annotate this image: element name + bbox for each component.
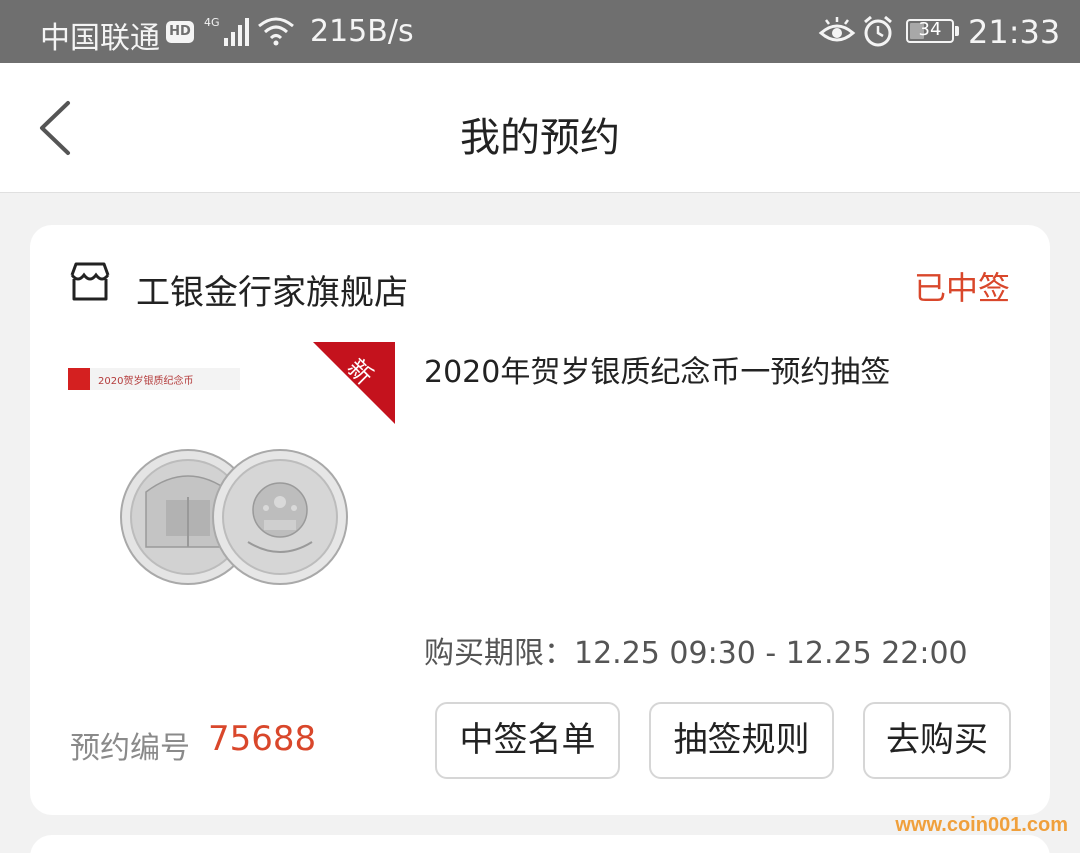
alarm-icon bbox=[864, 15, 892, 47]
purchase-period: 购买期限：12.25 09:30 - 12.25 22:00 bbox=[424, 628, 968, 672]
eye-comfort-icon bbox=[818, 17, 856, 42]
store-icon bbox=[70, 262, 110, 301]
clock: 21:33 bbox=[968, 13, 1061, 51]
lottery-rules-button[interactable]: 抽签规则 bbox=[649, 702, 834, 779]
battery-level: 34 bbox=[918, 19, 942, 40]
reservation-number-label: 预约编号 bbox=[70, 731, 190, 766]
next-reservation-card bbox=[30, 835, 1050, 853]
battery-icon: 34 bbox=[906, 19, 954, 43]
page-title: 我的预约 bbox=[460, 115, 620, 161]
hd-badge: HD bbox=[166, 21, 194, 43]
status-bar: 中国联通 HD 4G 215B/s 34 21:33 bbox=[0, 0, 1080, 63]
product-image[interactable]: 2020贺岁银质纪念币 新 bbox=[68, 342, 395, 627]
reservation-card: 工银金行家旗舰店 已中签 2020贺岁银质纪念币 新 2020年贺岁银质纪念币一… bbox=[30, 225, 1050, 815]
signal-icon: 4G bbox=[204, 16, 249, 46]
network-type-label: 4G bbox=[204, 16, 220, 29]
banner-text: 2020贺岁银质纪念币 bbox=[98, 374, 193, 387]
nav-bar: 我的预约 bbox=[0, 63, 1080, 193]
product-title[interactable]: 2020年贺岁银质纪念币一预约抽签 bbox=[424, 347, 890, 391]
store-name[interactable]: 工银金行家旗舰店 bbox=[136, 265, 408, 314]
coin-illustration: 2020贺岁银质纪念币 新 bbox=[68, 342, 395, 627]
net-speed: 215B/s bbox=[310, 14, 414, 49]
purchase-period-value: 12.25 09:30 - 12.25 22:00 bbox=[574, 636, 968, 671]
carrier-name: 中国联通 bbox=[40, 21, 160, 56]
wifi-icon bbox=[258, 17, 294, 46]
purchase-period-label: 购买期限： bbox=[424, 636, 574, 671]
watermark: www.coin001.com bbox=[895, 814, 1068, 836]
reservation-number: 75688 bbox=[208, 719, 317, 759]
winners-list-button[interactable]: 中签名单 bbox=[435, 702, 620, 779]
battery-tip bbox=[955, 26, 959, 36]
buy-button[interactable]: 去购买 bbox=[863, 702, 1011, 779]
status-badge: 已中签 bbox=[913, 269, 1010, 307]
